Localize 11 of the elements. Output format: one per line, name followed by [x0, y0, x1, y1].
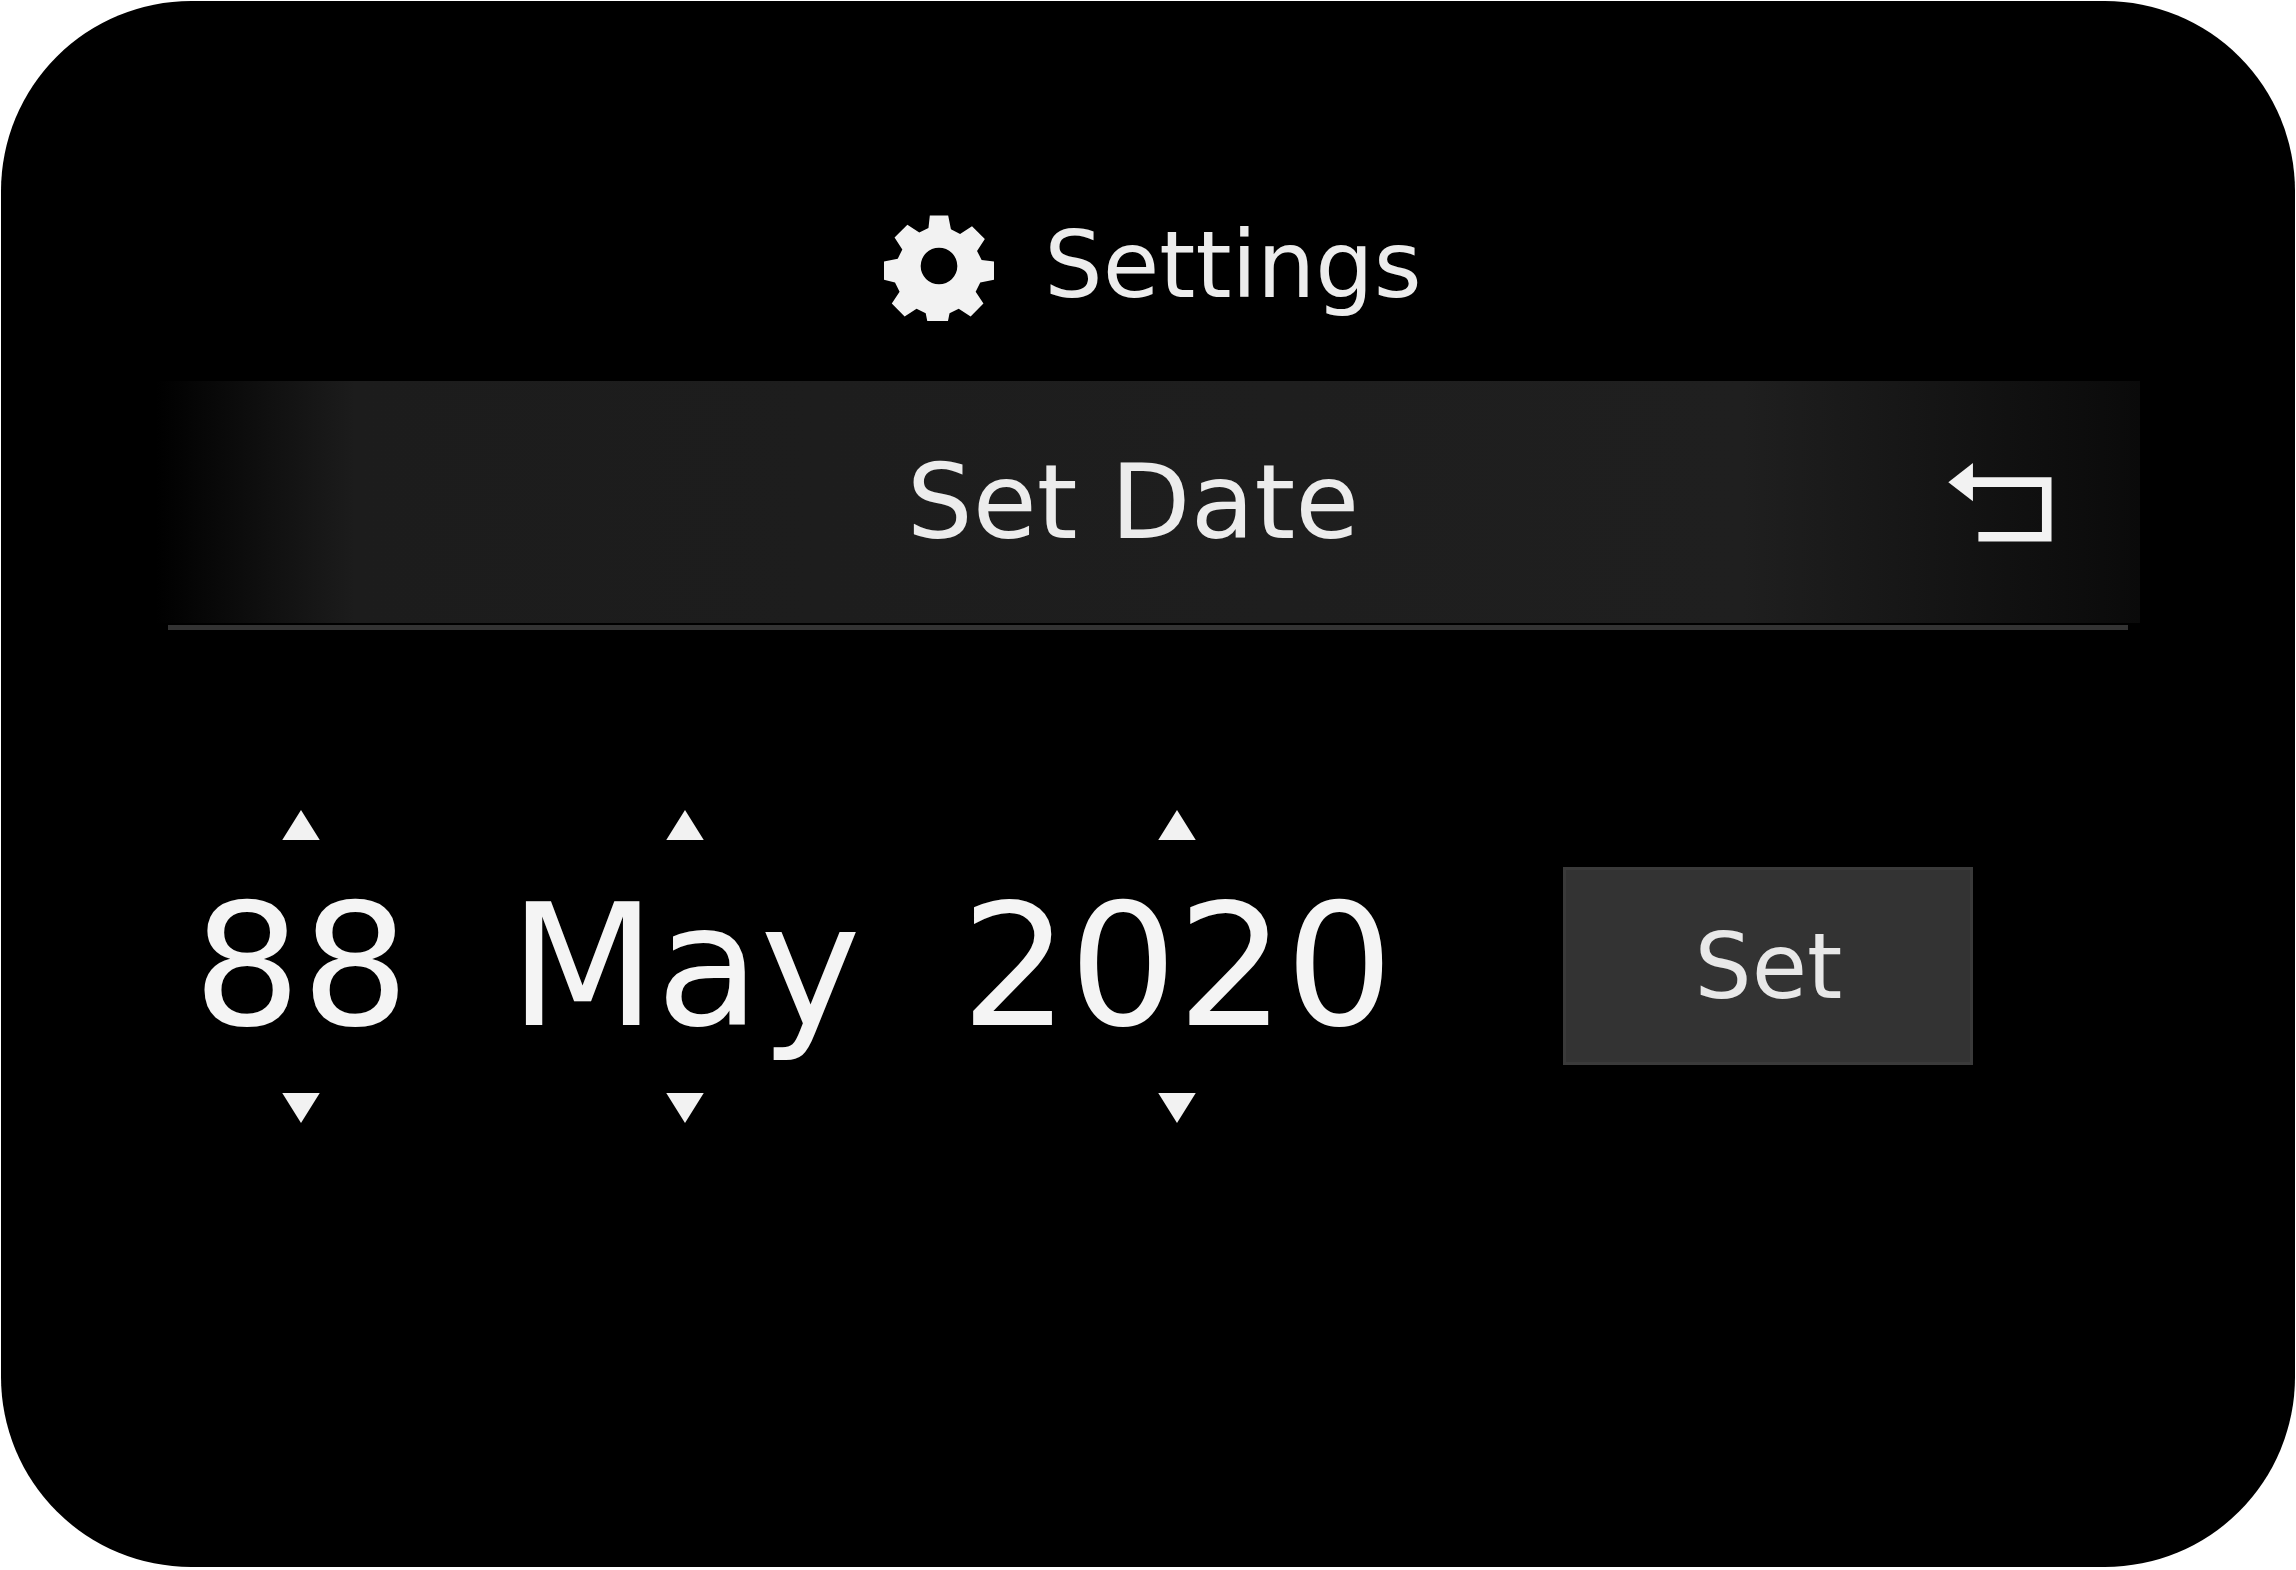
- up-arrow-icon[interactable]: [281, 810, 322, 840]
- date-value: May: [509, 866, 861, 1067]
- up-arrow-icon[interactable]: [665, 810, 706, 840]
- page-title: Set Date: [906, 450, 1360, 554]
- date-value: 88: [193, 866, 410, 1067]
- set-button[interactable]: Set: [1563, 867, 1974, 1066]
- up-arrow-icon[interactable]: [1157, 810, 1198, 840]
- date-value: 2020: [960, 866, 1394, 1067]
- down-arrow-icon[interactable]: [281, 1092, 322, 1123]
- down-arrow-icon[interactable]: [1157, 1092, 1198, 1123]
- down-arrow-icon[interactable]: [665, 1092, 706, 1123]
